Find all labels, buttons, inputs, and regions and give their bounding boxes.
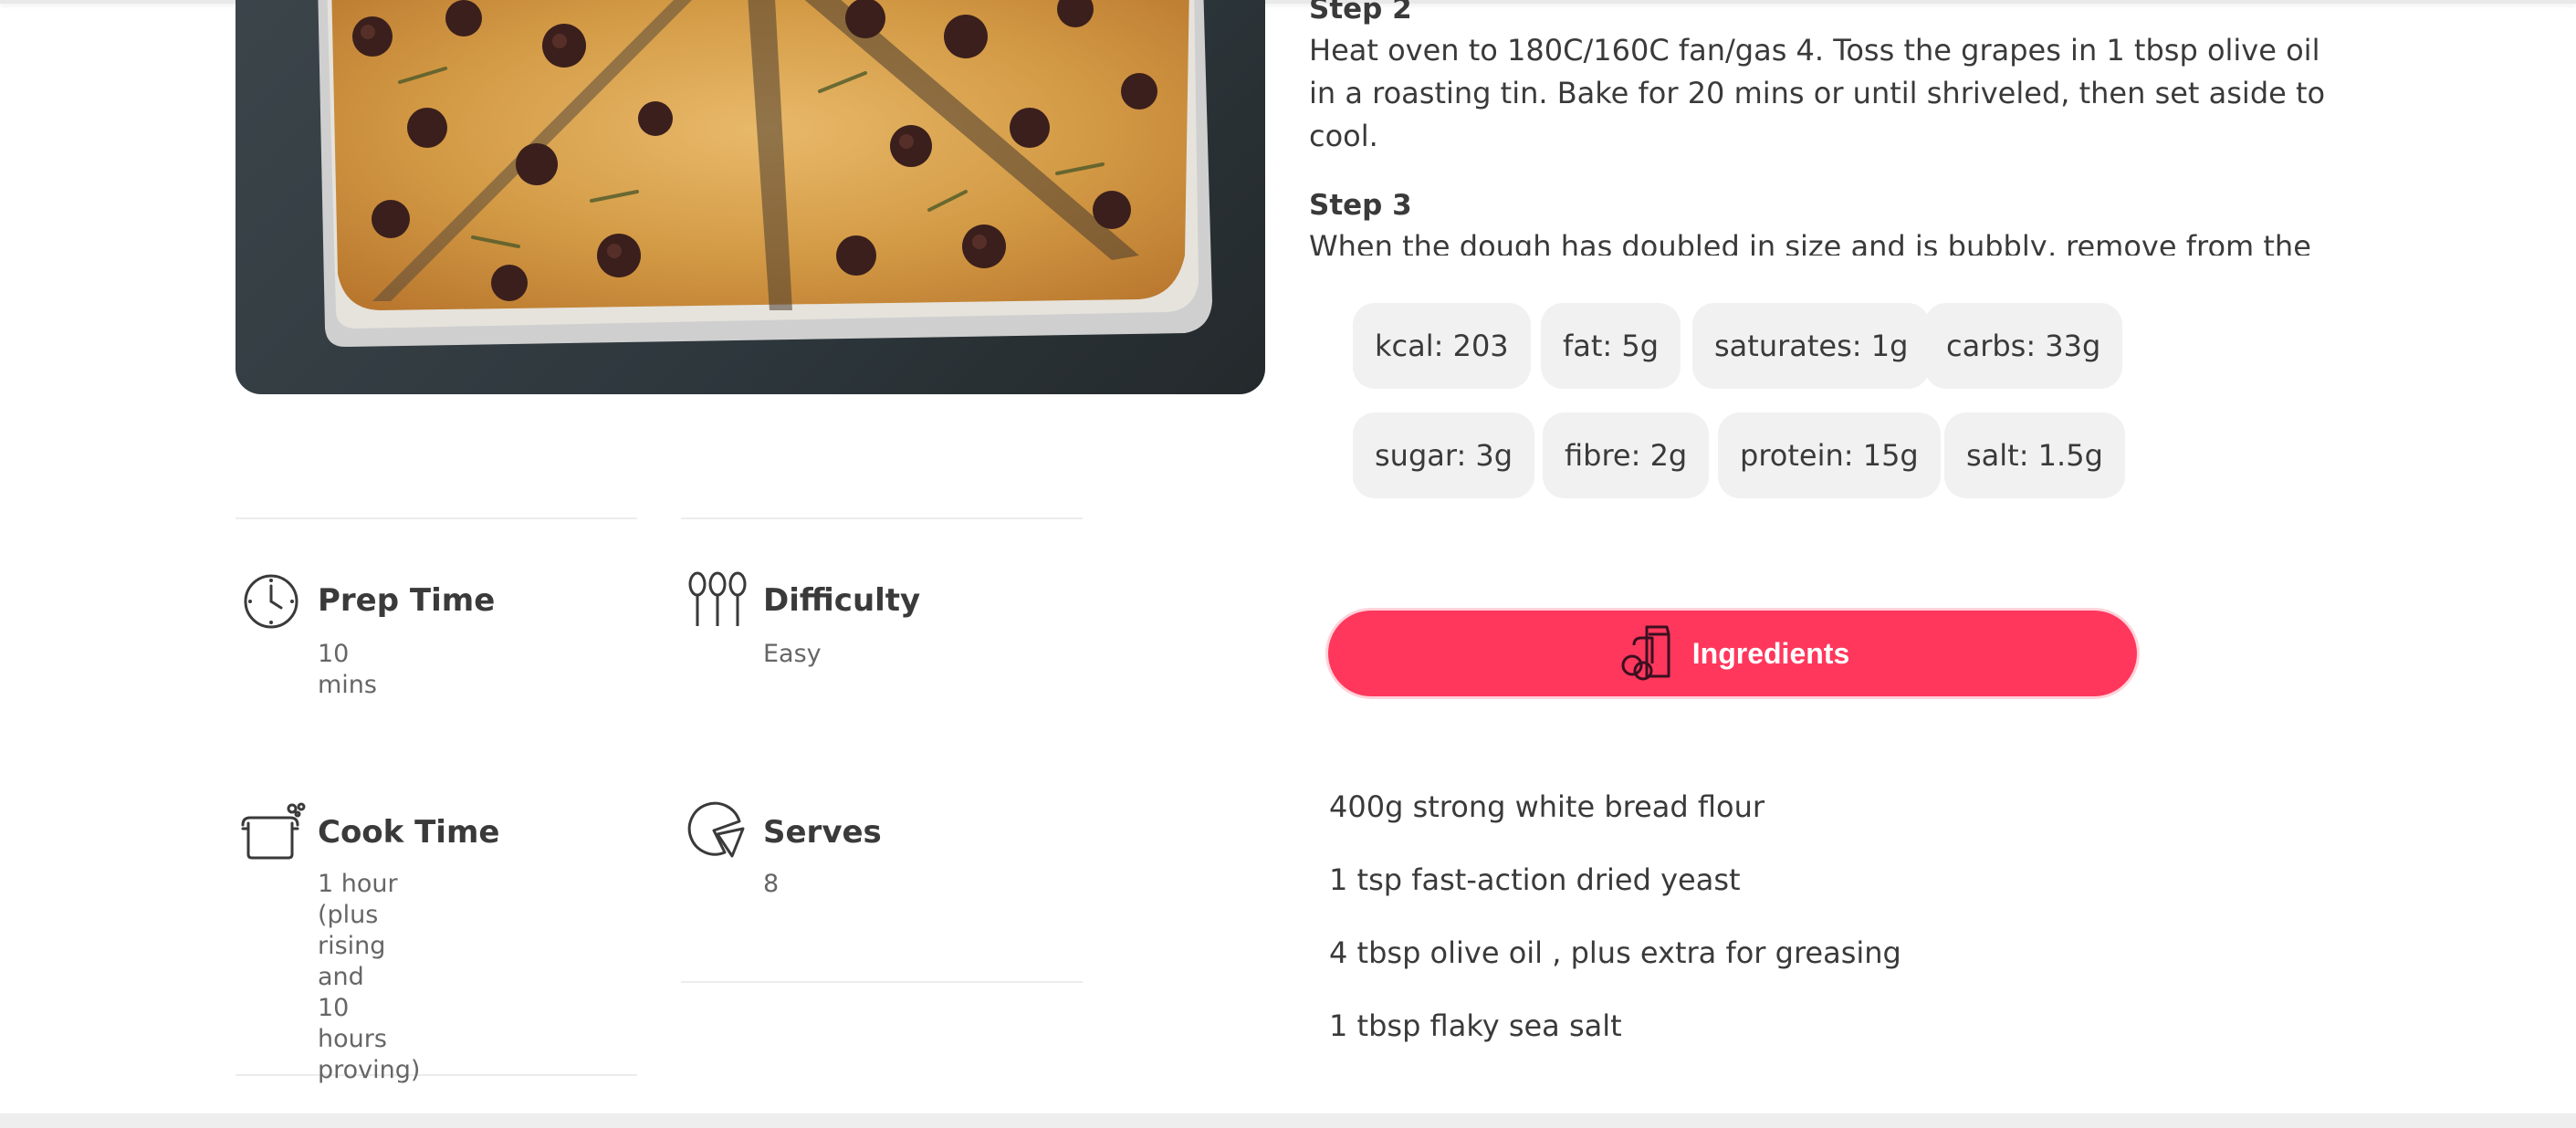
cook-time-title: Cook Time bbox=[318, 814, 500, 851]
ingredients-list: 400g strong white bread flour 1 tsp fast… bbox=[1329, 783, 2151, 1075]
nutrition-pill-fat: fat: 5g bbox=[1541, 303, 1681, 389]
nutrition-pill-salt: salt: 1.5g bbox=[1944, 413, 2125, 498]
cook-time-line: 1 hour (plus bbox=[318, 870, 398, 929]
method-steps: Step 2 Heat oven to 180C/160C fan/gas 4.… bbox=[1309, 0, 2340, 256]
nutrition-pill-carbs: carbs: 33g bbox=[1924, 303, 2123, 389]
cook-time-line: rising and bbox=[318, 932, 386, 991]
step-title: Step 2 bbox=[1309, 0, 1412, 26]
prep-time-value: 10 mins bbox=[318, 640, 377, 699]
difficulty-value: Easy bbox=[763, 640, 822, 668]
difficulty-title: Difficulty bbox=[763, 582, 921, 619]
whisk-icon bbox=[685, 571, 750, 633]
pie-slice-icon bbox=[686, 801, 747, 862]
ingredients-button[interactable]: Ingredients bbox=[1325, 608, 2140, 699]
method-step: Step 2 Heat oven to 180C/160C fan/gas 4.… bbox=[1309, 0, 2340, 158]
nutrition-pill-fibre: fibre: 2g bbox=[1543, 413, 1710, 498]
bottom-bar bbox=[0, 1113, 2576, 1128]
prep-time-title: Prep Time bbox=[318, 582, 496, 619]
nutrition-pill-protein: protein: 15g bbox=[1718, 413, 1941, 498]
step-title: Step 3 bbox=[1309, 189, 1412, 222]
info-divider bbox=[681, 981, 1083, 983]
grocery-bag-icon bbox=[1616, 621, 1680, 685]
info-divider bbox=[236, 1074, 637, 1076]
recipe-hero-image bbox=[236, 0, 1265, 394]
ingredient-item: 4 tbsp olive oil , plus extra for greasi… bbox=[1329, 935, 1901, 970]
ingredient-item: 1 tsp fast-action dried yeast bbox=[1329, 862, 1741, 897]
ingredient-item: 400g strong white bread flour bbox=[1329, 789, 1765, 824]
ingredients-button-label: Ingredients bbox=[1691, 636, 1850, 670]
cook-time-line: proving) bbox=[318, 1056, 421, 1084]
step-text: Heat oven to 180C/160C fan/gas 4. Toss t… bbox=[1309, 33, 2326, 153]
pot-icon bbox=[241, 801, 307, 865]
ingredient-item: 1 tbsp flaky sea salt bbox=[1329, 1008, 1622, 1043]
nutrition-pill-saturates: saturates: 1g bbox=[1692, 303, 1931, 389]
clock-icon bbox=[243, 573, 299, 633]
info-divider bbox=[681, 517, 1083, 519]
focaccia-photo bbox=[318, 0, 1212, 347]
cook-time-line: 10 hours bbox=[318, 994, 387, 1053]
step-text: When the dough has doubled in size and i… bbox=[1309, 229, 2311, 256]
serves-value: 8 bbox=[763, 870, 780, 898]
serves-title: Serves bbox=[763, 814, 882, 851]
method-step: Step 3 When the dough has doubled in siz… bbox=[1309, 185, 2340, 256]
nutrition-pill-sugar: sugar: 3g bbox=[1353, 413, 1535, 498]
cook-time-value: 1 hour (plus rising and 10 hours proving… bbox=[318, 869, 420, 1086]
info-divider bbox=[236, 517, 637, 519]
nutrition-pill-kcal: kcal: 203 bbox=[1353, 303, 1531, 389]
